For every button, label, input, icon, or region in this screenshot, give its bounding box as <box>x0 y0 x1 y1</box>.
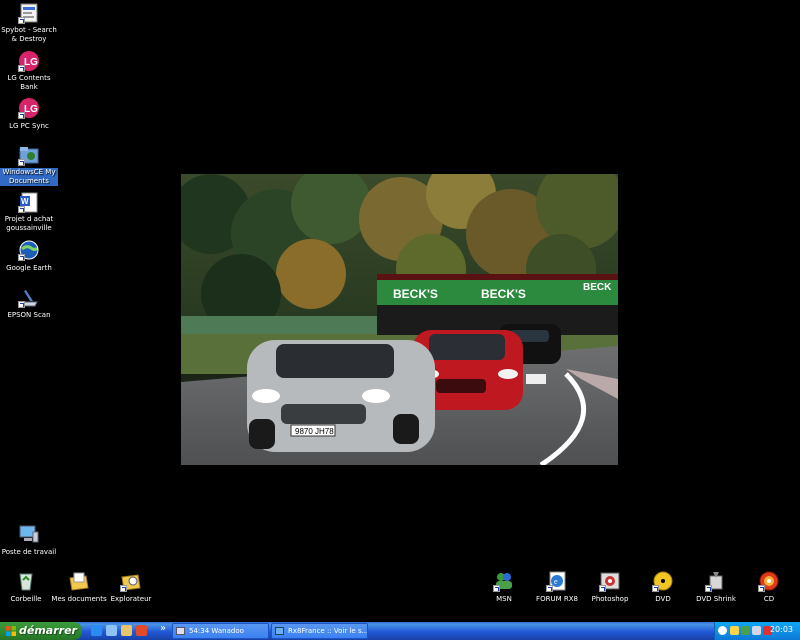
desktop-icon-windowsce-my-documents[interactable]: WindowsCE My Documents <box>0 144 58 186</box>
svg-text:W: W <box>21 197 29 206</box>
taskbar-button-label: Rx8France :: Voir le s... <box>288 627 368 635</box>
lg-pc-sync-icon: LG <box>18 97 40 119</box>
start-button[interactable]: démarrer <box>0 622 82 640</box>
lg-contents-bank-icon: LG <box>18 50 40 72</box>
photoshop-icon <box>599 570 621 592</box>
desktop-icon-label: Explorateur <box>110 595 152 603</box>
desktop-icon-lg-pc-sync[interactable]: LG LG PC Sync <box>0 97 58 131</box>
desktop-icon-label: LG Contents Bank <box>7 74 51 91</box>
tray-volume-icon[interactable] <box>752 626 761 635</box>
license-plate: 9870 JH78 <box>295 427 334 436</box>
desktop-icon-dvd-shrink[interactable]: DVD Shrink <box>687 570 745 604</box>
desktop-icon-poste-de-travail[interactable]: Poste de travail <box>0 523 58 557</box>
tray-back-icon[interactable] <box>718 626 727 635</box>
folder-icon <box>18 144 40 166</box>
taskbar-button-label: 54:34 Wanadoo <box>189 627 244 635</box>
desktop-icon-label: CD <box>763 595 775 603</box>
desktop-icon-forum-rx8[interactable]: e FORUM RX8 <box>528 570 586 604</box>
explorer-icon <box>120 570 142 592</box>
quicklaunch-overflow[interactable]: » <box>160 623 166 634</box>
browser-window-icon <box>275 627 284 635</box>
recycle-bin-icon <box>15 570 37 592</box>
desktop-icon-explorateur[interactable]: Explorateur <box>102 570 160 604</box>
desktop-icon-epson-scan[interactable]: EPSON Scan <box>0 286 58 320</box>
banner-text-mid: BECK'S <box>481 287 526 301</box>
desktop-icon-label: Google Earth <box>6 264 52 272</box>
spybot-icon <box>18 2 40 24</box>
start-label: démarrer <box>19 624 77 637</box>
desktop-icon-photoshop[interactable]: Photoshop <box>581 570 639 604</box>
wallpaper-photo: BECK'S BECK'S BECK 9870 JH78 <box>181 174 618 465</box>
window-icon <box>176 627 185 635</box>
my-documents-icon <box>68 570 90 592</box>
windows-logo-icon <box>6 626 16 636</box>
quicklaunch-desktop-icon[interactable] <box>106 625 117 636</box>
tray-msn-icon[interactable] <box>741 626 750 635</box>
desktop-icon-corbeille[interactable]: Corbeille <box>0 570 55 604</box>
desktop-icon-cd[interactable]: CD <box>740 570 798 604</box>
banner-text-right: BECK <box>583 282 612 293</box>
desktop-icon-label: DVD Shrink <box>696 595 736 603</box>
word-document-icon: W <box>18 191 40 213</box>
forum-shortcut-icon: e <box>546 570 568 592</box>
google-earth-icon <box>18 239 40 261</box>
desktop-icon-label: Mes documents <box>51 595 107 603</box>
desktop-icon-dvd[interactable]: DVD <box>634 570 692 604</box>
desktop-icon-label: MSN <box>496 595 512 603</box>
desktop-icon-label: Spybot - Search & Destroy <box>1 26 57 43</box>
cd-burn-icon <box>758 570 780 592</box>
quicklaunch-outlook-icon[interactable] <box>121 625 132 636</box>
msn-icon <box>493 570 515 592</box>
scanner-icon <box>18 286 40 308</box>
desktop-icon-mes-documents[interactable]: Mes documents <box>50 570 108 604</box>
taskbar-button-wanadoo[interactable]: 54:34 Wanadoo <box>172 623 269 639</box>
desktop-icon-label: Corbeille <box>10 595 42 603</box>
desktop-icon-label: WindowsCE My Documents <box>0 168 58 186</box>
desktop-icon-lg-contents-bank[interactable]: LG LG Contents Bank <box>0 50 58 92</box>
desktop-icon-label: LG PC Sync <box>9 122 49 130</box>
desktop-icon-msn[interactable]: MSN <box>475 570 533 604</box>
desktop-icon-label: Projet d achat goussainville <box>4 215 54 232</box>
svg-text:LG: LG <box>24 104 38 115</box>
computer-icon <box>18 523 40 545</box>
desktop-icon-label: DVD <box>655 595 671 603</box>
desktop-icon-label: Poste de travail <box>1 548 57 556</box>
banner-text-left: BECK'S <box>393 287 438 301</box>
desktop-icon-google-earth[interactable]: Google Earth <box>0 239 58 273</box>
svg-text:LG: LG <box>24 57 38 68</box>
taskbar-button-rx8france[interactable]: Rx8France :: Voir le s... <box>271 623 368 639</box>
dvd-shrink-icon <box>705 570 727 592</box>
desktop-icon-label: Photoshop <box>591 595 629 603</box>
desktop-icon-projet-achat[interactable]: W Projet d achat goussainville <box>0 191 58 233</box>
taskbar: démarrer » 54:34 Wanadoo Rx8France :: Vo… <box>0 622 800 640</box>
clock: 20:03 <box>769 625 793 634</box>
dvd-icon <box>652 570 674 592</box>
quicklaunch-media-icon[interactable] <box>136 625 147 636</box>
quicklaunch-ie-icon[interactable] <box>91 625 102 636</box>
desktop-icon-label: EPSON Scan <box>7 311 51 319</box>
svg-text:e: e <box>554 577 558 586</box>
desktop-icon-spybot[interactable]: Spybot - Search & Destroy <box>0 2 58 44</box>
desktop-icon-label: FORUM RX8 <box>536 595 578 603</box>
system-tray: 20:03 <box>714 622 800 640</box>
tray-network-icon[interactable] <box>730 626 739 635</box>
